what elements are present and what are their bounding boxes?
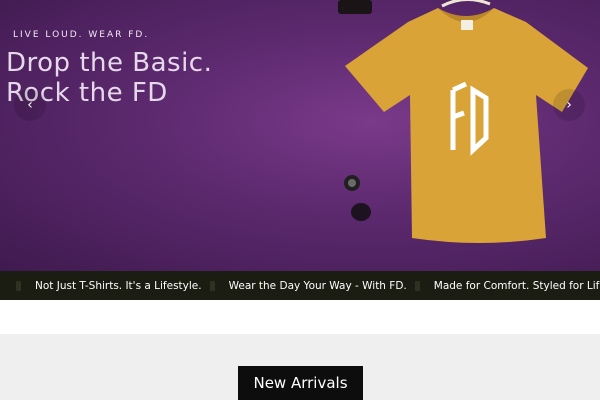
carousel-next-button[interactable]: › (553, 89, 585, 121)
marquee-ticker: Not Just T-Shirts. It's a Lifestyle. Wea… (0, 271, 600, 300)
ticker-item: Made for Comfort. Styled for Life. (407, 280, 600, 292)
ticker-item: Not Just T-Shirts. It's a Lifestyle. (8, 280, 202, 292)
tshirt-image: FD (330, 0, 588, 243)
shirt-logo-text: FD (330, 0, 332, 1)
ticker-item-text: Not Just T-Shirts. It's a Lifestyle. (35, 279, 202, 292)
new-arrivals-section: New Arrivals (0, 334, 600, 400)
hero-headline-line1: Drop the Basic. (6, 48, 213, 78)
ticker-item: Wear the Day Your Way - With FD. (202, 280, 407, 292)
chevron-left-icon: ‹ (27, 97, 33, 113)
spacer (0, 300, 600, 334)
ticker-separator-icon (209, 280, 215, 291)
new-arrivals-title: New Arrivals (238, 366, 363, 400)
hero-tagline: LIVE LOUD. WEAR FD. (13, 30, 150, 40)
chevron-right-icon: › (566, 97, 572, 113)
ticker-separator-icon (414, 280, 420, 291)
hero-banner: FD LIVE LOUD. WEAR FD. Drop the Basic. R… (0, 0, 600, 271)
ticker-item-text: Wear the Day Your Way - With FD. (228, 279, 407, 292)
ticker-separator-icon (16, 280, 21, 291)
carousel-prev-button[interactable]: ‹ (14, 89, 46, 121)
ticker-item-text: Made for Comfort. Styled for Life. (433, 279, 600, 292)
